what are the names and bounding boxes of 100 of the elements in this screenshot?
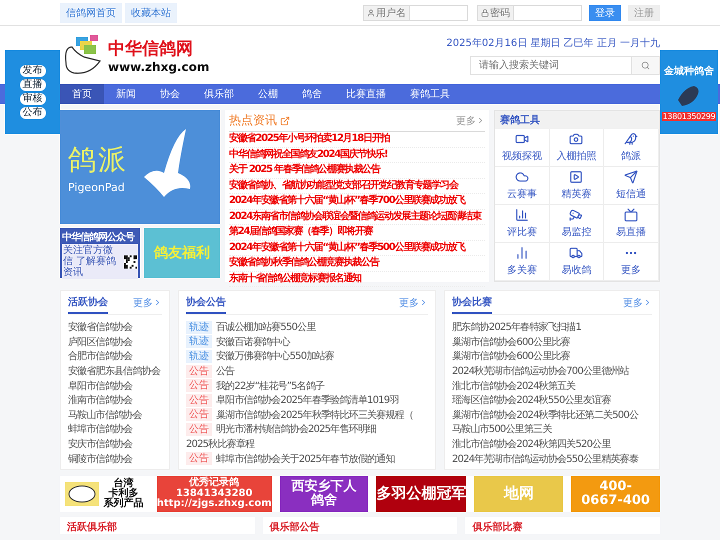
list-link[interactable]: 我的22岁“桂花号”5名鸽子 xyxy=(216,378,324,393)
tool-link[interactable]: 评比赛 xyxy=(495,205,550,243)
list-link[interactable]: 淮北市信鸽协会2024秋第四关520公里 xyxy=(452,437,611,452)
tool-link[interactable]: 易监控 xyxy=(550,205,604,243)
news-link[interactable]: 关于 2025 年春季信鸽公棚赛执裁公告 xyxy=(229,163,485,178)
list-link[interactable]: 2025秋比赛章程 xyxy=(186,437,254,452)
chevron-icon xyxy=(419,298,428,307)
news-link[interactable]: 中华信鸽网祝全国鸽友2024国庆节快乐! xyxy=(229,148,485,163)
list-link[interactable]: 安徽省信鸽协会 xyxy=(68,320,132,334)
side-ad[interactable]: 发布 直播 审核 公布 xyxy=(5,50,60,134)
ad-text: 金城种鸽舍 xyxy=(664,64,714,78)
list-link[interactable]: 安徽百诺赛鸽中心 xyxy=(216,334,290,349)
list-link[interactable]: 公告 xyxy=(216,364,234,378)
search-button[interactable] xyxy=(631,56,659,74)
login-button[interactable]: 登录 xyxy=(589,5,621,21)
more-link[interactable]: 更多 xyxy=(623,296,652,310)
nav-item[interactable]: 新闻 xyxy=(104,84,148,104)
tool-link[interactable]: 入棚拍照 xyxy=(550,129,604,167)
side-ad[interactable]: 金城种鸽舍 13801350299 xyxy=(660,50,718,134)
news-link[interactable]: 安徽省鸽协秋季信鸽公棚竞赛执裁公告 xyxy=(229,256,485,272)
tool-link[interactable]: 短信通 xyxy=(604,167,659,205)
list-link[interactable]: 巢湖市信鸽协会600公里比赛 xyxy=(452,349,570,364)
list-link[interactable]: 马鞍山市信鸽协会 xyxy=(68,408,142,422)
list-link[interactable]: 合肥市信鸽协会 xyxy=(68,349,132,364)
list-link[interactable]: 铜陵市信鸽协会 xyxy=(68,452,132,466)
ad-banner[interactable]: 多羽公棚冠军 xyxy=(376,476,466,512)
more-link[interactable]: 更多 xyxy=(399,296,428,310)
news-link[interactable]: 第24届信鸽国家赛（春季）即将开赛 xyxy=(229,225,485,240)
tool-link[interactable]: 易直播 xyxy=(604,205,659,243)
search-field[interactable]: 请输入搜索关键词 xyxy=(470,56,660,74)
banner-subtitle: PigeonPad xyxy=(68,180,126,194)
list-link[interactable]: 淮南市信鸽协会 xyxy=(68,393,132,408)
category-tag: 公告 xyxy=(186,379,212,392)
ad-text: 多羽公棚冠军 xyxy=(376,486,466,502)
list-link[interactable]: 2024秋芜湖市信鸽运动协会700公里德州站 xyxy=(452,364,629,378)
wechat-banner[interactable]: 中华信鸽网公众号 关注官方微信 了解赛鸽资讯 xyxy=(60,228,140,278)
news-link[interactable]: 安徽省鸽协、省航协功能型党支部召开党纪教育专题学习会 xyxy=(229,178,485,194)
top-link[interactable]: 收藏本站 xyxy=(125,3,177,23)
wechat-text: 关注官方微信 了解赛鸽资讯 xyxy=(63,245,118,278)
tool-link[interactable]: 多关赛 xyxy=(495,243,550,281)
news-link[interactable]: 2024东南省市信鸽协会联谊会暨信鸽运动发展主题论坛圆满结束 xyxy=(229,210,485,225)
play-icon xyxy=(569,170,584,184)
category-tag: 公告 xyxy=(186,394,212,407)
list-link[interactable]: 百诚公棚加站赛550公里 xyxy=(216,320,316,334)
news-link[interactable]: 安徽省2025年小号环拍卖12月18日开拍 xyxy=(229,132,485,148)
list-link[interactable]: 马鞍山市500公里第三关 xyxy=(452,422,552,436)
list-link[interactable]: 蚌埠市信鸽协会关于2025年春节放假的通知 xyxy=(216,452,395,466)
news-link[interactable]: 2024年安徽省第十六届“黄山杯”春季500公里联赛成功放飞 xyxy=(229,240,485,256)
list-link[interactable]: 安庆市信鸽协会 xyxy=(68,437,132,452)
ad-text: 审核 xyxy=(20,93,46,105)
ad-text: 台湾 xyxy=(113,479,134,489)
panel-title: 俱乐部比赛 xyxy=(472,520,522,534)
list-link[interactable]: 瑶海区信鸽协会2024秋550公里友谊赛 xyxy=(452,393,611,408)
ad-text: 0667-400 xyxy=(581,494,650,508)
tool-link[interactable]: 更多 xyxy=(604,243,659,281)
list-link[interactable]: 蚌埠市信鸽协会 xyxy=(68,422,132,436)
news-link[interactable]: 2024年安徽省第十六届“黄山杯”春季700公里联赛成功放飞 xyxy=(229,194,485,210)
search-icon xyxy=(641,60,650,70)
nav-item[interactable]: 公棚 xyxy=(246,84,290,104)
password-label: 密码 xyxy=(490,6,510,20)
top-link[interactable]: 信鸽网首页 xyxy=(60,3,122,23)
ad-banner[interactable]: 优秀记录鸽 13841343280 http://zjgs.zhxg.com xyxy=(156,476,272,512)
list-link[interactable]: 庐阳区信鸽协会 xyxy=(68,334,132,349)
nav-item[interactable]: 比赛直播 xyxy=(334,84,398,104)
ad-text: http://zjgs.zhxg.com xyxy=(156,499,272,510)
list-link[interactable]: 安徽省肥东县信鸽协会 xyxy=(68,364,160,378)
ad-banner[interactable]: 西安乡下人 鸽舍 xyxy=(280,476,368,512)
lock-icon xyxy=(481,9,489,17)
list-link[interactable]: 淮北市信鸽协会2024秋第五关 xyxy=(452,378,576,393)
list-link[interactable]: 明光市潘村镇信鸽协会2025年售环明细 xyxy=(216,422,376,436)
ad-text: 鸽舍 xyxy=(311,494,338,508)
list-link[interactable]: 巢湖市信鸽协会2024秋季特比还第二关500公 xyxy=(452,408,638,422)
ad-text: 系列产品 xyxy=(103,499,144,509)
ad-text: 13801350299 xyxy=(662,112,716,120)
nav-item[interactable]: 赛鸽工具 xyxy=(398,84,462,104)
news-link[interactable]: 东南十省信鸽公棚竞标赛报名通知 xyxy=(229,272,485,287)
app-banner[interactable]: 鸽派 PigeonPad xyxy=(60,110,220,224)
tool-link[interactable]: 精英赛 xyxy=(550,167,604,205)
camera-icon xyxy=(569,132,584,146)
username-field[interactable]: 用户名 xyxy=(363,5,468,21)
list-link[interactable]: 2024年芜湖市信鸽运动协会550公里精英赛泰 xyxy=(452,452,638,466)
list-link[interactable]: 安徽万佛赛鸽中心550加站赛 xyxy=(216,349,334,364)
tv-icon xyxy=(624,208,638,222)
nav-item[interactable]: 首页 xyxy=(60,84,104,104)
date-text: 2025年02月16日 星期日 乙巳年 正月 一月十九 xyxy=(446,36,660,50)
nav-item[interactable]: 俱乐部 xyxy=(192,84,246,104)
nav-item[interactable]: 鸽舍 xyxy=(290,84,334,104)
tool-link[interactable]: 鸽派 xyxy=(604,129,659,167)
tool-link[interactable]: 视频探视 xyxy=(495,129,550,167)
list-link[interactable]: 肥东鸽协2025年春特家飞扫描1 xyxy=(452,320,582,334)
nav-item[interactable]: 协会 xyxy=(148,84,192,104)
tool-link[interactable]: 易收鸽 xyxy=(550,243,604,281)
list-link[interactable]: 巢湖市信鸽协会2025年秋季特比环三关赛规程（ xyxy=(216,408,414,422)
list-link[interactable]: 巢湖市信鸽协会600公里比赛 xyxy=(452,334,570,349)
list-link[interactable]: 阜阳市信鸽协会 xyxy=(68,378,132,393)
more-link[interactable]: 更多 xyxy=(133,296,162,310)
password-field[interactable]: 密码 xyxy=(477,5,582,21)
tool-link[interactable]: 云赛事 xyxy=(495,167,550,205)
list-link[interactable]: 阜阳市信鸽协会2025年春季验鸽清单1019羽 xyxy=(216,393,398,408)
site-url: www.zhxg.com xyxy=(108,60,210,74)
